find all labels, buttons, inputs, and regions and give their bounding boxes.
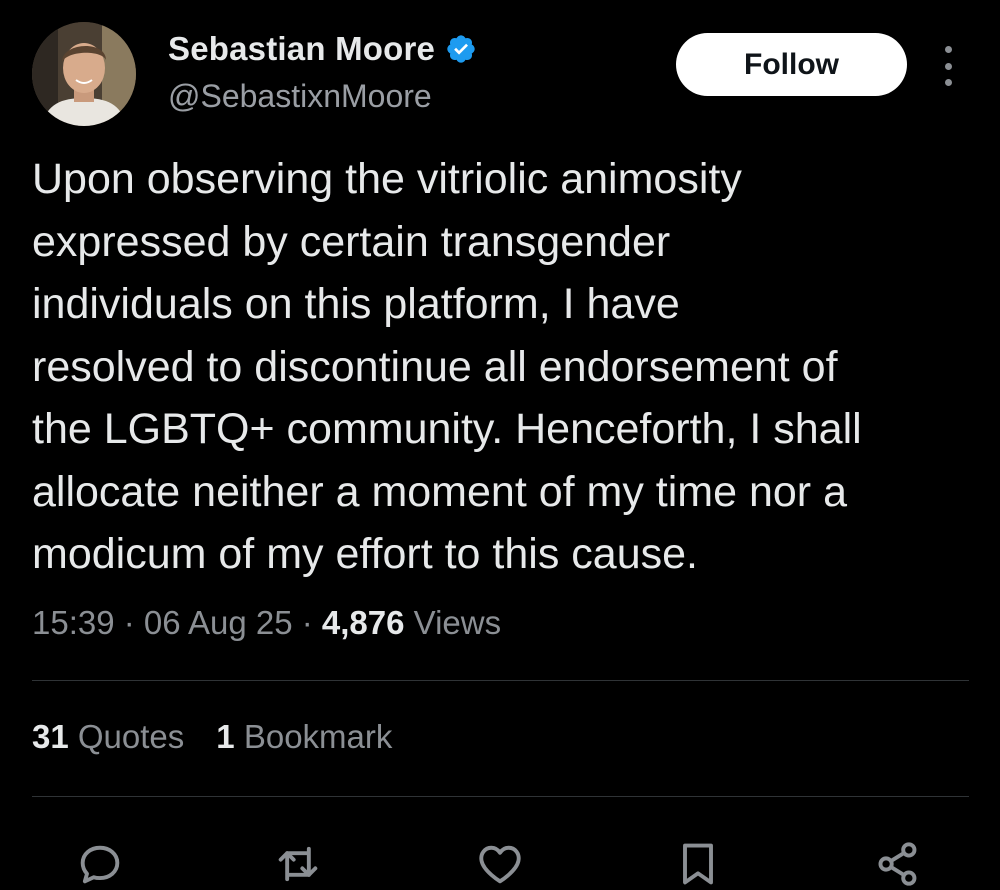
retweet-icon[interactable] [272, 838, 324, 890]
tweet-meta: 15:39 · 06 Aug 25 · 4,876 Views [32, 604, 501, 642]
views-count: 4,876 [321, 604, 405, 641]
verified-badge-icon [445, 33, 477, 65]
reply-icon[interactable] [74, 838, 126, 890]
bookmarks-stat[interactable]: 1 Bookmark [216, 718, 392, 756]
views-label: Views [404, 604, 502, 641]
more-vertical-icon[interactable] [936, 46, 960, 86]
bookmark-icon[interactable] [672, 838, 724, 890]
meta-separator: · [292, 604, 322, 641]
author-name-row: Sebastian Moore [168, 30, 477, 68]
bookmarks-count: 1 [216, 718, 235, 755]
tweet-date[interactable]: 06 Aug 25 [144, 604, 293, 641]
divider [32, 796, 969, 797]
quotes-label: Quotes [68, 718, 185, 755]
divider [32, 680, 969, 681]
avatar-photo [32, 22, 136, 126]
share-icon[interactable] [872, 838, 924, 890]
tweet-text: Upon observing the vitriolic animosity e… [32, 155, 862, 578]
quotes-count: 31 [32, 718, 69, 755]
action-bar [0, 830, 1000, 886]
follow-button[interactable]: Follow [676, 33, 907, 96]
author-display-name[interactable]: Sebastian Moore [168, 30, 435, 68]
like-icon[interactable] [474, 838, 526, 890]
tweet-stats: 31 Quotes 1 Bookmark [32, 718, 392, 756]
meta-separator: · [114, 604, 144, 641]
author-handle[interactable]: @SebastixnMoore [168, 78, 432, 115]
author-avatar[interactable] [32, 22, 136, 126]
bookmarks-label: Bookmark [234, 718, 393, 755]
quotes-stat[interactable]: 31 Quotes [32, 718, 184, 756]
tweet-time[interactable]: 15:39 [32, 604, 115, 641]
